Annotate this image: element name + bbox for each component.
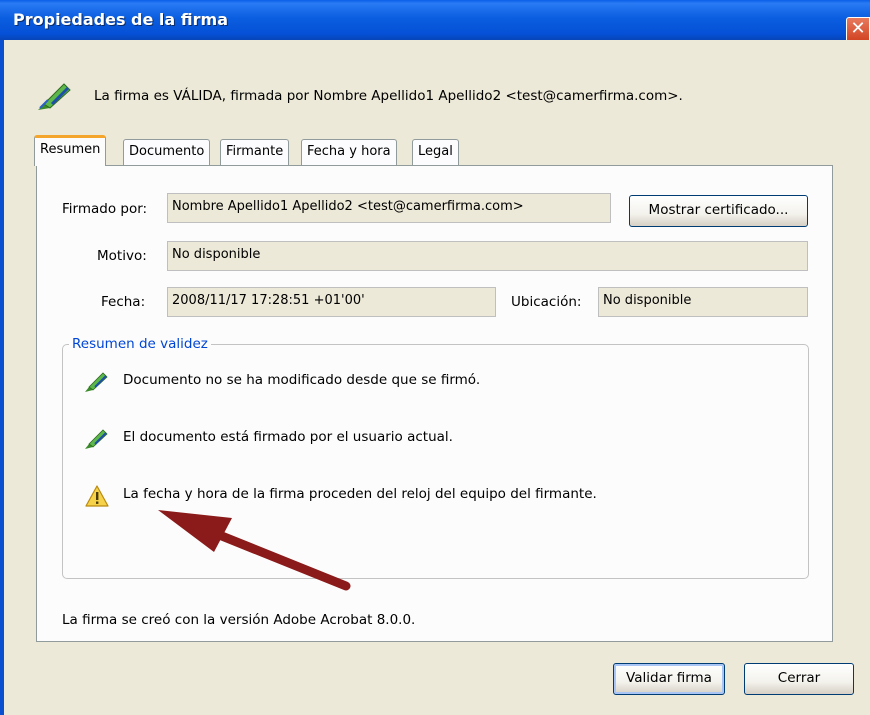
validate-signature-button[interactable]: Validar firma: [613, 663, 725, 695]
warning-icon: [85, 485, 109, 507]
tab-label: Resumen: [40, 142, 101, 157]
signature-status-text: La firma es VÁLIDA, firmada por Nombre A…: [94, 88, 683, 104]
validity-item-text: Documento no se ha modificado desde que …: [123, 372, 481, 388]
tab-resumen[interactable]: Resumen: [34, 135, 107, 166]
close-icon: ✕: [850, 18, 866, 39]
show-certificate-button[interactable]: Mostrar certificado...: [629, 195, 808, 227]
close-button[interactable]: Cerrar: [744, 663, 854, 695]
tab-label: Fecha y hora: [307, 144, 391, 159]
tab-legal[interactable]: Legal: [412, 139, 459, 165]
date-label: Fecha:: [101, 294, 146, 310]
validity-summary-legend: Resumen de validez: [69, 336, 211, 352]
reason-label: Motivo:: [97, 248, 147, 264]
validity-item-text: El documento está firmado por el usuario…: [123, 429, 453, 445]
tab-label: Legal: [418, 144, 453, 159]
window-title: Propiedades de la firma: [13, 10, 228, 29]
validity-item-text: La fecha y hora de la firma proceden del…: [123, 486, 597, 502]
tab-fecha-y-hora[interactable]: Fecha y hora: [301, 139, 397, 165]
valid-pen-icon: [85, 429, 108, 449]
tab-documento[interactable]: Documento: [123, 139, 211, 165]
signed-by-field: Nombre Apellido1 Apellido2 <test@camerfi…: [167, 193, 611, 223]
tab-firmante[interactable]: Firmante: [220, 139, 290, 165]
reason-field: No disponible: [167, 241, 808, 271]
location-label: Ubicación:: [511, 294, 582, 310]
signature-valid-pen-icon: [38, 83, 71, 110]
location-field: No disponible: [598, 287, 808, 317]
valid-pen-icon: [85, 372, 108, 392]
title-bar[interactable]: Propiedades de la firma: [0, 0, 870, 40]
date-field: 2008/11/17 17:28:51 +01'00': [167, 287, 496, 317]
acrobat-version-text: La firma se creó con la versión Adobe Ac…: [62, 612, 416, 628]
signed-by-label: Firmado por:: [62, 201, 148, 217]
tab-label: Documento: [129, 144, 205, 159]
tab-label: Firmante: [226, 144, 284, 159]
